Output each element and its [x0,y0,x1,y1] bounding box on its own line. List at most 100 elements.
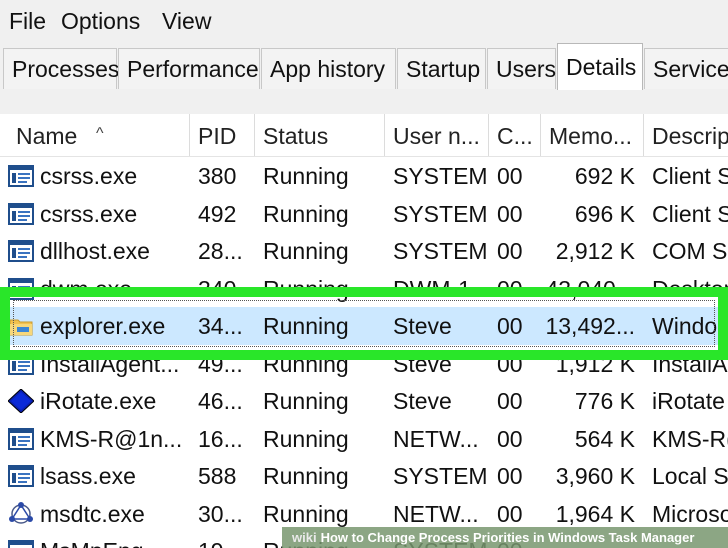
cell-description: Windo [652,313,718,339]
cell-pid: 34... [198,313,243,339]
cell-name: InstallAgent... [40,350,180,377]
cell-description: Client S [652,200,728,227]
cell-cpu: 00 [497,350,523,377]
cell-name: explorer.exe [40,313,166,339]
cell-status: Running [263,350,349,377]
cell-description: InstallA [652,350,728,377]
cell-status: Running [263,275,349,302]
cell-description: iRotate [652,388,725,414]
table-row[interactable]: dllhost.exe 28... Running SYSTEM 00 2,912 K CO… [0,232,728,270]
cell-memory: 3,960 K [555,463,635,489]
table-row[interactable]: dwm.exe 340 Running DWM-1 00 43,040... Desktop [0,270,728,308]
cell-pid: 19... [198,532,252,548]
cell-name: lsass.exe [40,463,136,489]
cell-pid: 380 [198,163,237,189]
cell-description: Desktop [652,275,728,302]
cell-user: SYSTEM [393,163,487,189]
cell-status: Running [263,200,349,227]
cell-name: dwm.exe [40,275,133,302]
cell-user: Steve [393,350,452,377]
cell-memory: 13,492... [545,313,635,339]
cell-description: Local Se [652,463,728,489]
cell-user: Steve [393,313,452,339]
cell-user: SYSTEM [393,463,487,489]
cell-pid: 492 [198,200,237,227]
table-row[interactable]: explorer.exe 34... Running Steve 00 13,492...… [0,307,728,345]
cell-memory: 2,912 K [555,238,635,264]
cell-pid: 588 [198,463,237,489]
column-header-name[interactable]: Name ^ [8,114,188,156]
cell-memory: 1,912 K [555,350,635,377]
table-row[interactable]: InstallAgent... 49... Running Steve 00 1,912 … [0,345,728,383]
cell-cpu: 00 [497,163,523,189]
table-row[interactable]: KMS-R@1n... 16... Running NETW... 00 564 K KMS… [0,420,728,458]
cell-pid: 28... [198,238,243,264]
tab-details[interactable]: Details [557,43,643,91]
cell-name: dllhost.exe [40,238,150,264]
cell-pid: 49... [198,350,243,377]
cell-cpu: 00 [497,238,523,264]
cell-pid: 46... [198,388,243,414]
cell-name: KMS-R@1n... [40,425,183,452]
cell-description: KMS-R( [652,425,728,452]
cell-name: csrss.exe [40,163,138,189]
cell-memory: 776 K [574,388,635,414]
cell-user: NETW... [393,425,479,452]
table-row[interactable]: iRotate.exe 46... Running Steve 00 776 K iRota… [0,382,728,420]
sort-ascending-icon: ^ [96,125,104,142]
cell-status: Running [263,238,349,264]
cell-cpu: 00 [497,275,523,302]
tab-app-history[interactable]: App history [261,48,396,89]
watermark-text: How to Change Process Priorities in Wind… [320,530,695,545]
menu-options[interactable]: Options [61,8,140,35]
column-header-name-label: Name [16,123,78,149]
cell-memory: 696 K [574,200,635,227]
tab-startup[interactable]: Startup [397,48,486,89]
cell-description: COM Su [652,238,728,264]
tab-performance[interactable]: Performance [118,48,260,89]
menu-bar: File Options View [0,0,728,42]
cell-pid: 30... [198,500,243,527]
column-header-memory[interactable]: Memo... [541,114,643,156]
watermark-banner: wiki How to Change Process Priorities in … [282,527,728,548]
table-row[interactable]: csrss.exe 492 Running SYSTEM 00 696 K Client S [0,195,728,233]
cell-user: DWM-1 [393,275,471,302]
cell-user: SYSTEM [393,200,487,227]
tab-services[interactable]: Services [644,48,728,89]
menu-view[interactable]: View [162,8,211,35]
tab-bar: Processes Performance App history Startu… [0,42,728,91]
table-row[interactable]: lsass.exe 588 Running SYSTEM 00 3,960 K Local … [0,457,728,495]
cell-name: MsMpEng... [0,532,189,548]
watermark-brand: wiki [292,530,317,545]
cell-status: Running [263,425,349,452]
cell-memory: 43,040... [545,275,635,302]
table-row[interactable]: csrss.exe 380 Running SYSTEM 00 692 K Client S [0,157,728,195]
menu-file[interactable]: File [9,8,46,35]
cell-status: Running [263,313,349,339]
column-header-cpu[interactable]: C... [489,114,540,156]
cell-cpu: 00 [497,313,523,339]
cell-user: SYSTEM [393,238,487,264]
cell-pid: 340 [198,275,237,302]
cell-status: Running [263,388,349,414]
cell-memory: 692 K [574,163,635,189]
cell-status: Running [263,163,349,189]
column-header-description[interactable]: Descrip [644,114,728,156]
column-header-user[interactable]: User n... [385,114,488,156]
table-header: Name ^ PID Status User n... C... Memo...… [0,114,728,157]
cell-memory: 564 K [574,425,635,452]
toolbar-gap [0,90,728,114]
cell-name: csrss.exe [40,200,138,227]
cell-name: msdtc.exe [40,500,145,527]
cell-cpu: 00 [497,200,523,227]
tab-processes[interactable]: Processes [3,48,119,89]
cell-description: Client S [652,163,728,189]
cell-user: Steve [393,388,452,414]
cell-status: Running [263,463,349,489]
tab-users[interactable]: Users [487,48,556,89]
column-header-pid[interactable]: PID [190,114,254,156]
column-header-status[interactable]: Status [255,114,384,156]
cell-cpu: 00 [497,463,523,489]
cell-pid: 16... [198,425,243,452]
cell-name: iRotate.exe [40,388,157,414]
